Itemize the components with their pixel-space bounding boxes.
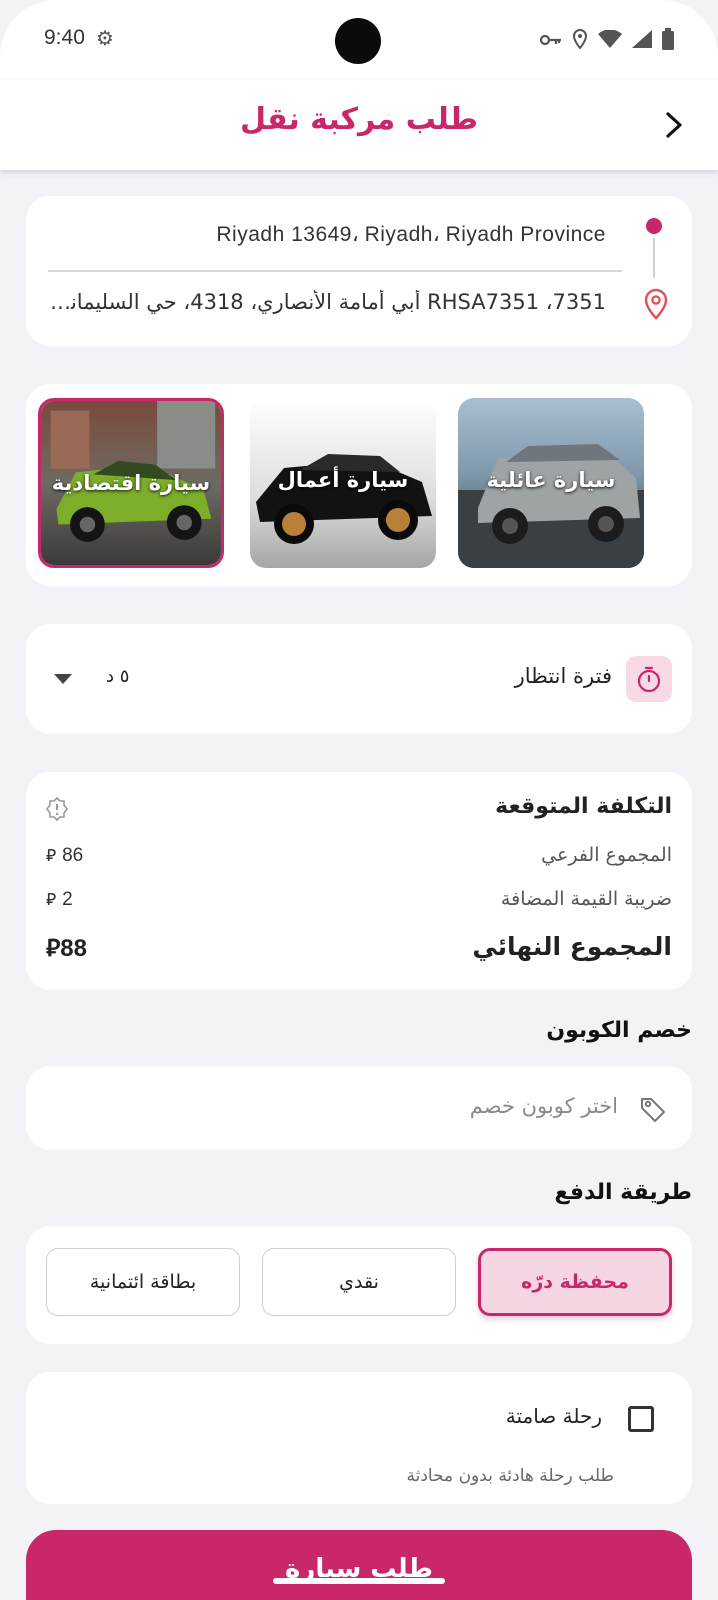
payment-option-wallet[interactable]: محفظة درّه (478, 1248, 672, 1316)
chevron-right-icon (666, 112, 682, 138)
vat-value: ⃁ 2 (46, 889, 73, 910)
total-label: المجموع النهائي (472, 932, 672, 961)
page-title: طلب مركبة نقل (240, 102, 478, 137)
dropoff-address[interactable]: 7351، RHSA7351 أبي أمامة الأنصاري، 4318،… (48, 290, 606, 314)
location-icon (572, 28, 588, 53)
subtotal-label: المجموع الفرعي (541, 844, 672, 866)
payment-methods: محفظة درّه نقدي بطاقة ائتمانية (26, 1226, 692, 1344)
pickup-address[interactable]: Riyadh 13649، Riyadh، Riyadh Province (216, 222, 606, 247)
caret-down-icon (54, 674, 72, 684)
address-divider (48, 270, 622, 272)
app-header: طلب مركبة نقل (0, 80, 718, 170)
payment-option-cash[interactable]: نقدي (262, 1248, 456, 1316)
vat-label: ضريبة القيمة المضافة (500, 888, 672, 910)
vehicle-option-business[interactable]: سيارة أعمال (250, 398, 436, 568)
currency-icon: ⃁ (46, 846, 57, 865)
vehicle-label: سيارة اقتصادية (51, 471, 211, 495)
status-bar: 9:40 ⚙ (0, 0, 718, 80)
subtotal-value: ⃁ 86 (46, 845, 84, 866)
tag-icon (638, 1094, 668, 1124)
payment-option-credit-card[interactable]: بطاقة ائتمانية (46, 1248, 240, 1316)
waiting-period-value: ٥ د (106, 666, 130, 687)
vehicle-selector: سيارة عائلية سيارة أعمال سيارة اقتصادية (26, 384, 692, 586)
currency-icon: ⃁ (46, 935, 61, 962)
request-car-button[interactable]: طلب سيارة (26, 1530, 692, 1600)
settings-notification-icon: ⚙ (96, 26, 114, 50)
currency-icon: ⃁ (46, 890, 57, 909)
coupon-section-title: خصم الكوبون (546, 1018, 692, 1043)
signal-icon (632, 30, 652, 52)
expected-cost-card: التكلفة المتوقعة المجموع الفرعي ⃁ 86 ضريب… (26, 772, 692, 990)
vehicle-option-economy[interactable]: سيارة اقتصادية (38, 398, 224, 568)
battery-icon (662, 28, 674, 54)
waiting-period-dropdown[interactable]: فترة انتظار ٥ د (26, 624, 692, 734)
coupon-placeholder: اختر كوبون خصم (469, 1094, 618, 1118)
status-icons (539, 28, 674, 54)
silent-ride-label[interactable]: رحلة صامتة (506, 1404, 602, 1428)
wifi-icon (598, 29, 622, 52)
address-card[interactable]: Riyadh 13649، Riyadh، Riyadh Province 73… (26, 196, 692, 346)
silent-ride-card: رحلة صامتة طلب رحلة هادئة بدون محادثة (26, 1372, 692, 1504)
silent-ride-checkbox[interactable] (628, 1406, 654, 1432)
timer-icon (626, 656, 672, 702)
screen: 9:40 ⚙ طلب مركبة نقل Riyadh 13649، Riyad… (0, 0, 718, 1600)
status-time: 9:40 (44, 26, 85, 49)
cost-title: التكلفة المتوقعة (495, 794, 672, 819)
back-button[interactable] (658, 110, 688, 140)
vehicle-option-family[interactable]: سيارة عائلية (458, 398, 644, 568)
info-badge-icon[interactable] (44, 796, 70, 822)
key-icon (539, 32, 562, 51)
waiting-period-label: فترة انتظار (514, 664, 612, 688)
vehicle-label: سيارة أعمال (277, 468, 409, 492)
silent-ride-description: طلب رحلة هادئة بدون محادثة (406, 1466, 614, 1486)
total-value: ⃁88 (46, 935, 87, 962)
map-pin-icon (642, 288, 670, 320)
payment-section-title: طريقة الدفع (554, 1180, 692, 1205)
pickup-dot-icon (646, 218, 662, 234)
camera-cutout (335, 18, 381, 64)
coupon-selector[interactable]: اختر كوبون خصم (26, 1066, 692, 1150)
route-line (653, 238, 655, 278)
home-indicator (273, 1578, 445, 1584)
vehicle-label: سيارة عائلية (486, 468, 616, 492)
